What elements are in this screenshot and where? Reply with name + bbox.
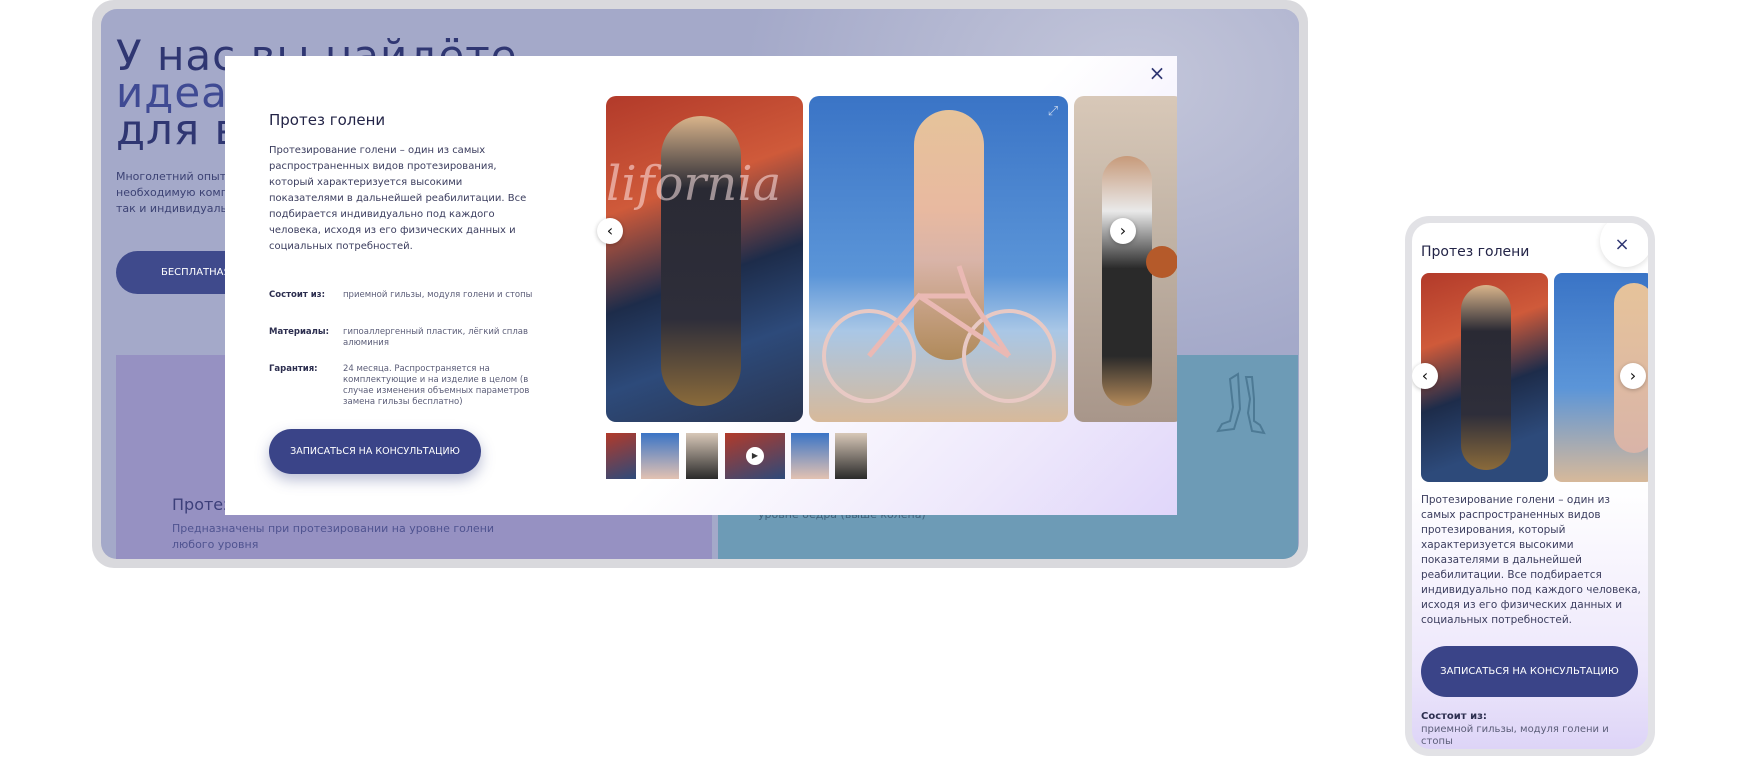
- gallery-next-arrow[interactable]: ›: [1110, 218, 1136, 244]
- close-icon[interactable]: ×: [1600, 223, 1648, 267]
- spec-label: Гарантия:: [269, 364, 318, 374]
- gallery-thumb-1[interactable]: [606, 433, 636, 479]
- photo-graffiti: lifornia: [606, 156, 782, 212]
- consultation-button[interactable]: ЗАПИСАТЬСЯ НА КОНСУЛЬТАЦИЮ: [269, 429, 481, 474]
- gallery-photo-1[interactable]: lifornia: [606, 96, 803, 422]
- expand-icon[interactable]: ⤢: [1045, 104, 1061, 120]
- modal-description: Протезирование голени – один из самых ра…: [269, 145, 527, 252]
- spec-value: гипоаллергенный пластик, лёгкий сплав ал…: [343, 327, 528, 348]
- gallery-thumb-6[interactable]: [835, 433, 867, 479]
- mobile-next-arrow[interactable]: ›: [1620, 363, 1646, 389]
- mobile-description: Протезирование голени – один из самых ра…: [1421, 494, 1641, 626]
- mobile-spec-label: Состоит из:: [1421, 711, 1487, 722]
- gallery-prev-arrow[interactable]: ‹: [597, 218, 623, 244]
- spec-value: 24 месяца. Распространяется на комплекту…: [343, 364, 530, 407]
- modal-title: Протез голени: [269, 111, 386, 129]
- mobile-prev-arrow[interactable]: ‹: [1412, 363, 1438, 389]
- spec-value: приемной гильзы, модуля голени и стопы: [343, 290, 533, 300]
- bicycle-illustration: [822, 265, 1056, 403]
- phone-mockup: × Протез голени ‹ › Протезирование голен…: [1405, 216, 1655, 756]
- close-icon[interactable]: ×: [1145, 61, 1169, 85]
- spec-label: Состоит из:: [269, 290, 326, 300]
- play-icon: ▶: [746, 447, 764, 465]
- gallery-thumb-2[interactable]: [641, 433, 679, 479]
- gallery-thumb-video[interactable]: ▶: [725, 433, 785, 479]
- gallery-photo-3[interactable]: [1074, 96, 1177, 422]
- gallery-thumb-5[interactable]: [791, 433, 829, 479]
- gallery-photo-2[interactable]: [809, 96, 1068, 422]
- product-modal: × Протез голени Протезирование голени – …: [225, 56, 1177, 515]
- gallery-thumb-3[interactable]: [686, 433, 718, 479]
- prosthesis-icon: [1216, 372, 1266, 435]
- mobile-gallery-photo-1[interactable]: [1421, 273, 1548, 482]
- mobile-consultation-button[interactable]: ЗАПИСАТЬСЯ НА КОНСУЛЬТАЦИЮ: [1421, 646, 1638, 697]
- phone-screen: × Протез голени ‹ › Протезирование голен…: [1412, 223, 1648, 749]
- spec-label: Материалы:: [269, 327, 329, 337]
- mobile-spec-value: приемной гильзы, модуля голени и стопы: [1421, 724, 1609, 747]
- basketball: [1146, 246, 1177, 278]
- card-text: Предназначены при протезировании на уров…: [172, 522, 495, 551]
- mobile-title: Протез голени: [1421, 244, 1530, 260]
